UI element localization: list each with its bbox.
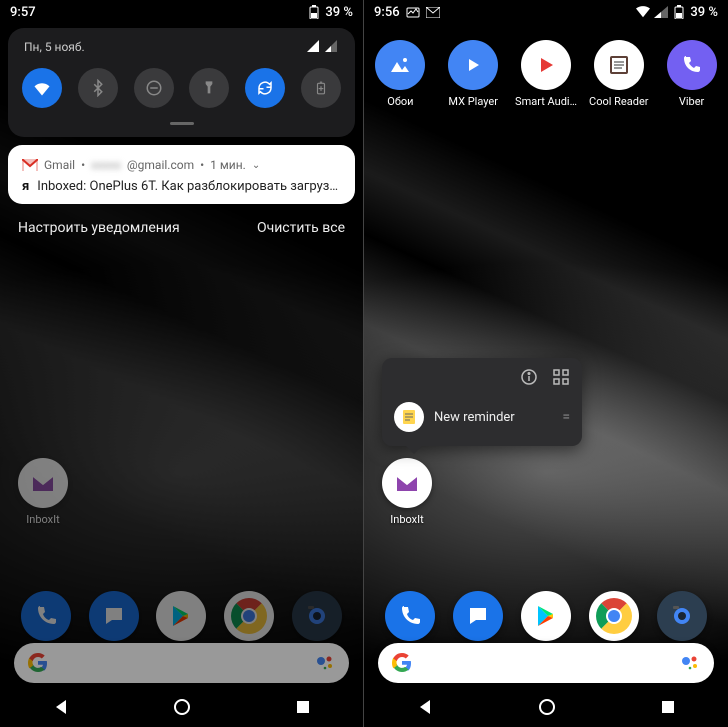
nav-back[interactable] (52, 698, 70, 716)
shortcut-new-reminder[interactable]: New reminder = (382, 394, 582, 440)
app-viber[interactable]: Viber (659, 40, 725, 108)
app-cool-reader[interactable]: Cool Reader (586, 40, 652, 108)
inboxit-icon (18, 458, 68, 508)
notif-time: 1 мин. (210, 158, 246, 172)
nav-recents[interactable] (295, 699, 311, 715)
status-battery: 39 % (690, 5, 718, 20)
wifi-icon (636, 5, 650, 19)
qs-date: Пн, 5 нояб. (24, 40, 85, 54)
qs-toggle-battery-saver[interactable] (301, 68, 341, 108)
qs-toggle-autorotate[interactable] (245, 68, 285, 108)
qs-toggle-wifi[interactable] (22, 68, 62, 108)
reminder-icon (394, 402, 424, 432)
notif-account-blur: xxxxx (91, 158, 121, 172)
search-bar[interactable] (14, 643, 349, 683)
dock (0, 591, 363, 641)
manage-notifications-link[interactable]: Настроить уведомления (18, 220, 180, 236)
notif-sender: я (22, 179, 29, 194)
navigation-bar (364, 687, 728, 727)
status-time: 9:56 (374, 5, 400, 20)
app-row-top: Обои MX Player Smart Audi… Cool Reader V… (364, 40, 728, 108)
nav-back[interactable] (416, 698, 434, 716)
qs-toggle-bluetooth[interactable] (78, 68, 118, 108)
notification-card[interactable]: Gmail • xxxxx@gmail.com • 1 мин. ⌄ я Inb… (8, 145, 355, 204)
qs-toggle-flashlight[interactable] (189, 68, 229, 108)
inboxit-shortcut[interactable]: InboxIt (18, 458, 68, 526)
app-info-icon[interactable] (520, 368, 538, 386)
dock-play-store[interactable] (513, 591, 579, 641)
battery-icon (307, 5, 321, 19)
dock-chrome[interactable] (216, 591, 282, 641)
dock-play-store[interactable] (148, 591, 214, 641)
assistant-icon[interactable] (315, 653, 335, 673)
dock-phone[interactable] (13, 591, 79, 641)
notif-subject: Inboxed: OnePlus 6T. Как разблокировать … (37, 179, 341, 194)
assistant-icon[interactable] (680, 653, 700, 673)
qs-signal-icons (307, 40, 339, 54)
status-bar: 9:57 39 % (0, 0, 363, 24)
navigation-bar (0, 687, 363, 727)
notif-app-name: Gmail (44, 158, 75, 172)
shortcut-label: New reminder (434, 410, 515, 425)
nav-home[interactable] (538, 698, 556, 716)
status-battery: 39 % (325, 5, 353, 20)
qs-toggle-dnd[interactable] (134, 68, 174, 108)
screenshot-icon (406, 5, 420, 19)
quick-settings-panel[interactable]: Пн, 5 нояб. (8, 28, 355, 137)
app-smart-audio[interactable]: Smart Audi… (513, 40, 579, 108)
clear-all-link[interactable]: Очистить все (257, 220, 345, 236)
dock-chrome[interactable] (581, 591, 647, 641)
dock-phone[interactable] (377, 591, 443, 641)
dock-messages[interactable] (445, 591, 511, 641)
notification-actions: Настроить уведомления Очистить все (10, 214, 353, 246)
qs-expand-handle[interactable] (170, 122, 194, 125)
nav-home[interactable] (173, 698, 191, 716)
dock-camera[interactable] (284, 591, 350, 641)
dock-messages[interactable] (81, 591, 147, 641)
inboxit-label: InboxIt (390, 513, 423, 526)
shortcut-popup: New reminder = (382, 358, 582, 446)
google-g-icon (28, 653, 48, 673)
status-bar: 9:56 39 % (364, 0, 728, 24)
phone-left: 9:57 39 % Пн, 5 нояб. (0, 0, 364, 727)
notif-account: @gmail.com (127, 158, 194, 172)
phone-right: 9:56 39 % Обои MX Player Smart Audi… Coo… (364, 0, 728, 727)
drag-handle-icon[interactable]: = (562, 409, 570, 425)
signal-icon (654, 5, 668, 19)
app-mx-player[interactable]: MX Player (440, 40, 506, 108)
google-g-icon (392, 653, 412, 673)
inboxit-shortcut[interactable]: InboxIt (382, 458, 432, 526)
inboxit-icon (382, 458, 432, 508)
nav-recents[interactable] (660, 699, 676, 715)
battery-icon (672, 5, 686, 19)
app-wallpapers[interactable]: Обои (367, 40, 433, 108)
dock-camera[interactable] (649, 591, 715, 641)
chevron-down-icon[interactable]: ⌄ (252, 160, 260, 171)
inboxit-label: InboxIt (26, 513, 59, 526)
qs-toggles-row (22, 64, 341, 112)
gmail-icon (22, 157, 38, 173)
search-bar[interactable] (378, 643, 714, 683)
dock (364, 591, 728, 641)
status-time: 9:57 (10, 5, 36, 20)
widgets-icon[interactable] (552, 368, 570, 386)
gmail-status-icon (426, 5, 440, 19)
